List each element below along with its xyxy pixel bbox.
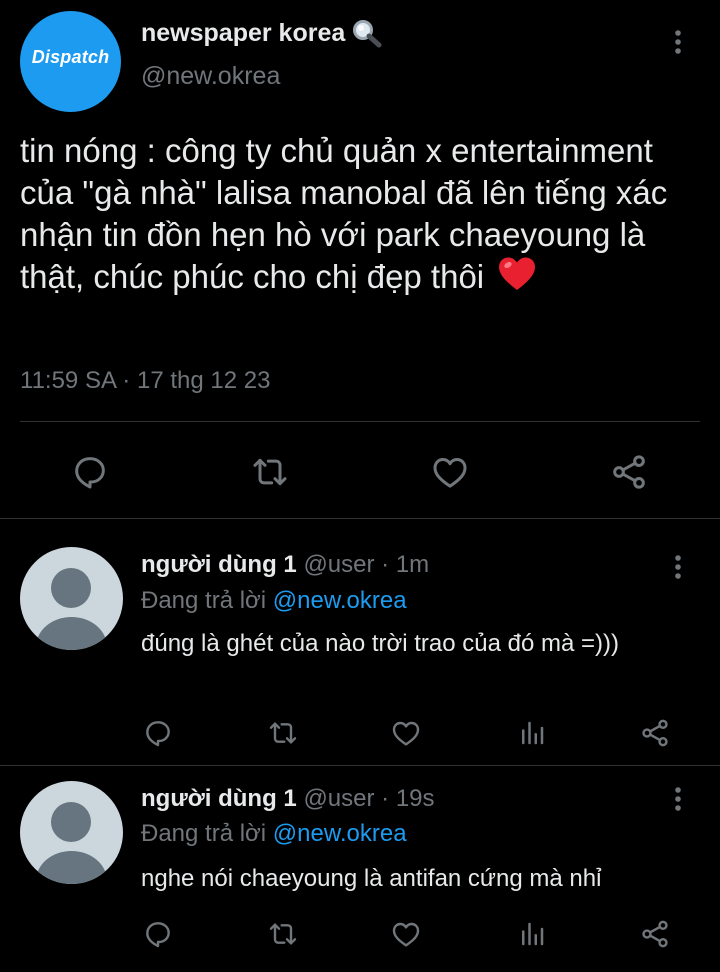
avatar-brand-text: Dispatch bbox=[31, 47, 110, 67]
timestamp: · 1m bbox=[381, 551, 430, 578]
reply-icon[interactable] bbox=[141, 917, 175, 951]
timestamp[interactable]: 11:59 SA · 17 thg 12 23 bbox=[20, 367, 270, 395]
more-options-icon[interactable] bbox=[668, 553, 688, 581]
avatar[interactable]: Dispatch bbox=[20, 11, 121, 112]
display-name[interactable]: người dùng 1 bbox=[141, 785, 297, 812]
analytics-icon[interactable] bbox=[515, 716, 549, 750]
avatar-body-shape bbox=[36, 617, 107, 650]
more-options-icon[interactable] bbox=[668, 785, 688, 813]
reply-icon[interactable] bbox=[68, 450, 112, 494]
handle[interactable]: @user bbox=[303, 785, 374, 812]
red-heart-icon bbox=[497, 256, 537, 292]
replying-to: Đang trả lời @new.okrea bbox=[141, 587, 407, 615]
divider bbox=[20, 421, 700, 422]
magnifying-glass-icon bbox=[351, 18, 383, 48]
share-icon[interactable] bbox=[638, 716, 672, 750]
display-name[interactable]: newspaper korea bbox=[141, 18, 383, 48]
avatar-body-shape bbox=[36, 851, 107, 884]
handle[interactable]: @new.okrea bbox=[141, 62, 280, 91]
avatar-head-shape bbox=[51, 802, 91, 842]
like-icon[interactable] bbox=[389, 917, 423, 951]
share-icon[interactable] bbox=[638, 917, 672, 951]
replying-prefix: Đang trả lời bbox=[141, 587, 267, 614]
like-icon[interactable] bbox=[428, 450, 472, 494]
handle[interactable]: @user bbox=[303, 551, 374, 578]
analytics-icon[interactable] bbox=[515, 917, 549, 951]
more-options-icon[interactable] bbox=[668, 28, 688, 56]
divider bbox=[0, 518, 720, 519]
reply-header: người dùng 1 @user · 1m bbox=[141, 551, 429, 579]
timestamp: · 19s bbox=[381, 785, 435, 812]
replying-to: Đang trả lời @new.okrea bbox=[141, 820, 407, 848]
avatar[interactable] bbox=[20, 547, 123, 650]
share-icon[interactable] bbox=[607, 450, 651, 494]
tweet-text: tin nóng : công ty chủ quản x entertainm… bbox=[20, 130, 715, 298]
like-icon[interactable] bbox=[389, 716, 423, 750]
avatar-head-shape bbox=[51, 568, 91, 608]
tweet-text: đúng là ghét của nào trời trao của đó mà… bbox=[141, 630, 620, 657]
replying-prefix: Đang trả lời bbox=[141, 820, 267, 847]
display-name-text: newspaper korea bbox=[141, 18, 346, 47]
retweet-icon[interactable] bbox=[264, 716, 302, 750]
divider bbox=[0, 765, 720, 766]
tweet-text: nghe nói chaeyoung là antifan cứng mà nh… bbox=[141, 865, 602, 892]
tweet-text-content: tin nóng : công ty chủ quản x entertainm… bbox=[20, 132, 668, 295]
avatar[interactable] bbox=[20, 781, 123, 884]
mention-link[interactable]: @new.okrea bbox=[273, 587, 407, 614]
mention-link[interactable]: @new.okrea bbox=[273, 820, 407, 847]
reply-header: người dùng 1 @user · 19s bbox=[141, 785, 435, 813]
retweet-icon[interactable] bbox=[246, 450, 294, 494]
display-name[interactable]: người dùng 1 bbox=[141, 551, 297, 578]
reply-icon[interactable] bbox=[141, 716, 175, 750]
retweet-icon[interactable] bbox=[264, 917, 302, 951]
